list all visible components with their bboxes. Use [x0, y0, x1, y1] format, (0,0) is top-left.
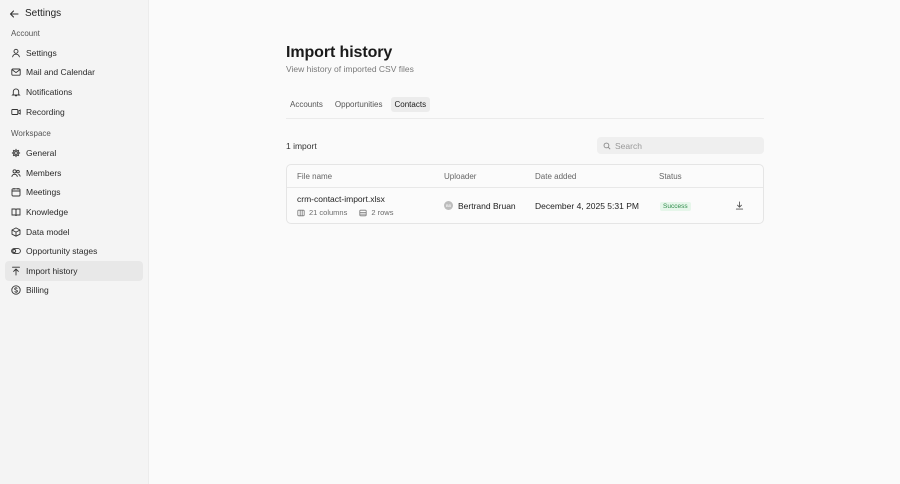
mail-icon — [11, 67, 21, 77]
sidebar-item-settings[interactable]: Settings — [5, 43, 143, 63]
row-count: 2 rows — [371, 208, 394, 217]
sidebar-title: Settings — [25, 8, 62, 19]
sidebar-item-notifications[interactable]: Notifications — [5, 82, 143, 102]
imports-table: File name Uploader Date added Status crm… — [286, 164, 764, 224]
sidebar-item-label: Notifications — [26, 86, 73, 97]
avatar: BB — [444, 201, 453, 210]
uploader-name: Bertrand Bruan — [458, 200, 516, 211]
status-cell: Success — [659, 200, 729, 211]
sidebar-item-data-model[interactable]: Data model — [5, 222, 143, 242]
sidebar-item-label: Opportunity stages — [26, 246, 98, 257]
table-row[interactable]: crm-contact-import.xlsx 21 columns 2 row… — [287, 188, 763, 223]
user-icon — [11, 48, 21, 58]
sidebar-item-import-history[interactable]: Import history — [5, 260, 143, 281]
sidebar-item-meetings[interactable]: Meetings — [5, 183, 143, 203]
list-toolbar: 1 import — [286, 137, 764, 154]
workspace-section-label: Workspace — [11, 129, 51, 139]
download-button[interactable] — [733, 200, 745, 212]
status-badge: Success — [660, 202, 691, 211]
download-icon — [735, 201, 743, 210]
rows-icon — [359, 209, 367, 217]
tab-opportunities[interactable]: Opportunities — [331, 97, 387, 112]
import-count: 1 import — [286, 140, 317, 151]
sidebar-item-members[interactable]: Members — [5, 163, 143, 183]
sidebar-item-label: Members — [26, 167, 62, 178]
sidebar-item-label: Data model — [26, 226, 70, 237]
header-status[interactable]: Status — [659, 172, 729, 181]
page-subtitle: View history of imported CSV files — [286, 64, 414, 74]
sidebar-item-label: Billing — [26, 285, 49, 296]
columns-icon — [297, 209, 305, 217]
header-uploader[interactable]: Uploader — [444, 172, 535, 181]
users-icon — [11, 168, 21, 178]
sidebar-item-label: Import history — [26, 265, 78, 276]
sidebar-item-label: Meetings — [26, 187, 61, 198]
column-count: 21 columns — [309, 208, 348, 217]
video-icon — [11, 107, 21, 117]
back-arrow-icon[interactable] — [9, 9, 19, 19]
search-input[interactable] — [615, 140, 755, 151]
calendar-icon — [11, 187, 21, 197]
toggle-icon — [11, 246, 21, 256]
settings-sidebar: Settings Account Settings Mail and Calen… — [0, 0, 149, 484]
file-cell: crm-contact-import.xlsx 21 columns 2 row… — [287, 194, 444, 217]
bell-icon — [11, 87, 21, 97]
tab-accounts[interactable]: Accounts — [286, 97, 327, 112]
uploader-cell: BB Bertrand Bruan — [444, 201, 535, 211]
file-name: crm-contact-import.xlsx — [297, 194, 385, 204]
sidebar-item-opportunity-stages[interactable]: Opportunity stages — [5, 241, 143, 261]
sidebar-item-label: Mail and Calendar — [26, 67, 95, 78]
book-icon — [11, 207, 21, 217]
gear-icon — [11, 148, 21, 158]
header-file-name[interactable]: File name — [287, 172, 444, 181]
sidebar-item-mail-and-calendar[interactable]: Mail and Calendar — [5, 63, 143, 83]
actions-cell — [729, 200, 763, 212]
file-meta: 21 columns 2 rows — [297, 208, 444, 217]
sidebar-item-general[interactable]: General — [5, 143, 143, 163]
sidebar-header: Settings — [5, 7, 143, 20]
dollar-icon — [11, 285, 21, 295]
upload-icon — [11, 266, 21, 276]
tab-contacts[interactable]: Contacts — [390, 97, 431, 112]
header-date-added[interactable]: Date added — [535, 172, 659, 181]
sidebar-item-label: Recording — [26, 106, 65, 117]
sidebar-item-knowledge[interactable]: Knowledge — [5, 202, 143, 222]
import-history-panel: Import history View history of imported … — [286, 43, 764, 224]
table-header: File name Uploader Date added Status — [287, 165, 763, 188]
cube-icon — [11, 226, 21, 237]
page-title: Import history — [286, 44, 393, 61]
object-tabs: Accounts Opportunities Contacts — [286, 97, 764, 119]
sidebar-item-recording[interactable]: Recording — [5, 102, 143, 122]
sidebar-item-label: Knowledge — [26, 206, 69, 217]
sidebar-item-billing[interactable]: Billing — [5, 281, 143, 301]
account-section-label: Account — [11, 29, 40, 38]
search-box[interactable] — [597, 137, 764, 154]
main-content: Import history View history of imported … — [149, 0, 900, 484]
sidebar-item-label: General — [26, 148, 57, 159]
search-icon — [603, 142, 611, 150]
date-added: December 4, 2025 5:31 PM — [535, 200, 639, 211]
sidebar-item-label: Settings — [26, 47, 57, 58]
